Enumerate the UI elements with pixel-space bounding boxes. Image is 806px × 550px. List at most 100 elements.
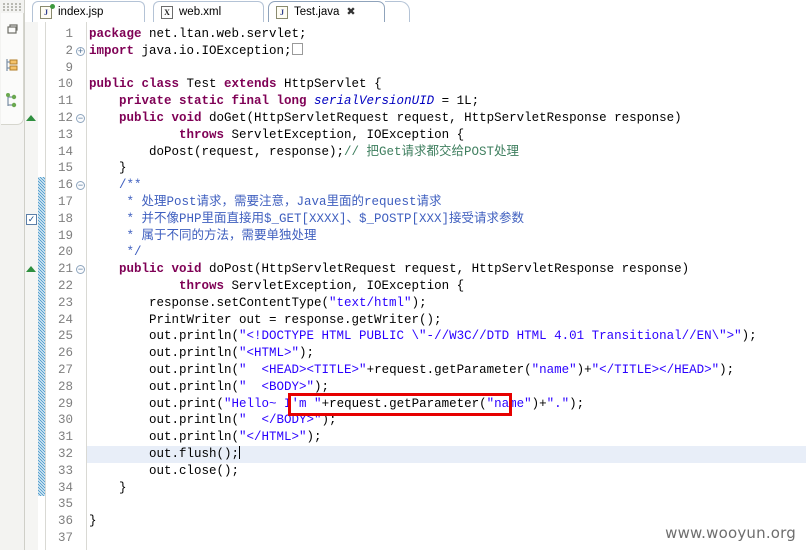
code-line[interactable]: out.println(" <BODY>"); [87,379,806,396]
code-token: /** [89,178,142,193]
fold-expand-icon[interactable]: + [76,46,85,56]
code-token: out.print( [89,396,225,411]
code-token: response.setContentType( [89,295,330,310]
code-line[interactable]: /** [87,177,806,194]
restore-view-icon[interactable] [4,21,20,37]
line-number: 34 [57,480,73,495]
outline-view-icon[interactable] [4,57,20,73]
code-line[interactable]: out.println("<!DOCTYPE HTML PUBLIC \"-//… [87,328,806,345]
code-line[interactable]: * 处理Post请求，需要注意，Java里面的request请求 [87,194,806,211]
line-number: 18 [57,211,73,226]
line-number: 12 [57,110,73,125]
line-number: 28 [57,379,73,394]
code-line[interactable]: throws ServletException, IOException { [87,127,806,144]
code-token: )+ [576,362,592,377]
code-line[interactable]: package net.ltan.web.servlet; [87,26,806,43]
code-token: out.println( [89,346,240,361]
code-line[interactable]: response.setContentType("text/html"); [87,295,806,312]
line-number: 13 [57,127,73,142]
site-watermark: www.wooyun.org [665,524,796,542]
code-token: ); [411,295,427,310]
code-line[interactable]: */ [87,244,806,261]
code-line[interactable]: out.println("<HTML>"); [87,345,806,362]
code-token: out.println( [89,430,240,445]
code-token: ); [719,362,735,377]
code-text-area[interactable]: package net.ltan.web.servlet; import java… [87,22,806,550]
code-token: doPost(request, response); [89,144,345,159]
code-line[interactable]: out.close(); [87,463,806,480]
code-token: } [89,161,127,176]
editor-tab-test-java[interactable]: J Test.java ✖ [268,1,385,22]
line-number: 29 [57,396,73,411]
code-line[interactable]: throws ServletException, IOException { [87,278,806,295]
code-line[interactable]: public void doPost(HttpServletRequest re… [87,261,806,278]
task-marker-checkbox[interactable]: ✓ [26,213,37,225]
code-line[interactable] [87,496,806,513]
code-line[interactable] [87,60,806,77]
code-token: = 1L; [434,94,480,109]
code-line[interactable]: out.println(" <HEAD><TITLE>"+request.get… [87,362,806,379]
code-token: ServletException, IOException { [224,127,465,142]
code-line[interactable]: out.print("Hello~ I'm "+request.getParam… [87,396,806,413]
rail-icon-panel [1,13,24,125]
code-line[interactable]: } [87,160,806,177]
line-number: 1 [65,27,73,41]
code-line[interactable]: private static final long serialVersionU… [87,93,806,110]
code-line[interactable]: * 并不像PHP里面直接用$_GET[XXXX]、$_POSTP[XXX]接受请… [87,211,806,228]
code-folding-column[interactable]: + − − − [75,22,87,550]
line-number: 22 [57,278,73,293]
code-line[interactable]: out.println(" </BODY>"); [87,412,806,429]
code-line[interactable]: out.println("</HTML>"); [87,429,806,446]
code-token: import [89,43,135,58]
code-line[interactable]: import java.io.IOException; [87,42,806,60]
tab-label: web.xml [179,5,222,18]
editor-tab-web-xml[interactable]: Xweb.xml [153,1,264,22]
code-token: "Hello~ I'm " [224,396,322,411]
editor-tab-index-jsp[interactable]: Jindex.jsp [32,1,145,22]
code-token: out.close(); [89,463,240,478]
code-token: // 把Get请求都交给POST处理 [344,144,520,159]
fold-collapse-icon[interactable]: − [76,265,85,275]
editor-marker-bar[interactable]: ✓ [25,22,38,550]
line-number: 23 [57,295,73,310]
jsp-file-icon: J [40,3,55,19]
code-token: "." [546,396,570,411]
code-line[interactable]: public void doGet(HttpServletRequest req… [87,110,806,127]
code-editor[interactable]: ✓ 1 2 9 10 11 12 13 14 15 16 17 18 19 20 21 22 23 24 25 26 2… [25,22,806,550]
fold-collapse-icon[interactable]: − [76,114,85,123]
rail-drag-handle[interactable] [2,2,23,11]
code-token: out.println( [89,329,240,344]
line-number: 35 [57,497,73,512]
code-token: ); [569,396,585,411]
line-number: 32 [57,446,73,461]
tab-close-icon[interactable]: ✖ [346,6,355,18]
code-token: ServletException, IOException { [224,278,465,293]
code-token: } [89,514,97,529]
code-line[interactable]: * 属于不同的方法，需要单独处理 [87,228,806,245]
collapsed-import-box[interactable] [291,42,303,55]
text-caret [239,445,241,459]
code-token: public void [119,262,202,277]
code-token: extends [224,77,277,92]
code-token: throws [179,278,225,293]
hierarchy-view-icon[interactable] [4,93,20,109]
override-marker-icon[interactable] [26,266,36,273]
code-token: " <BODY>" [239,379,315,394]
override-marker-icon[interactable] [26,115,36,121]
code-line[interactable]: public class Test extends HttpServlet { [87,76,806,93]
code-token: public class [89,77,180,92]
left-view-rail [0,0,25,550]
code-line[interactable]: PrintWriter out = response.getWriter(); [87,312,806,329]
code-line[interactable]: } [87,480,806,497]
code-line[interactable]: out.flush(); [87,445,806,463]
code-token: } [89,480,127,495]
fold-collapse-icon[interactable]: − [76,181,85,191]
line-number: 11 [57,94,73,109]
line-number: 20 [57,245,73,260]
line-number: 24 [57,312,73,327]
code-token: PrintWriter out = response.getWriter(); [89,312,442,327]
code-token: doGet(HttpServletRequest request, HttpSe… [201,110,682,125]
code-token: "</TITLE></HEAD>" [591,362,720,377]
line-number: 9 [65,60,73,75]
code-line[interactable]: doPost(request, response);// 把Get请求都交给PO… [87,144,806,161]
